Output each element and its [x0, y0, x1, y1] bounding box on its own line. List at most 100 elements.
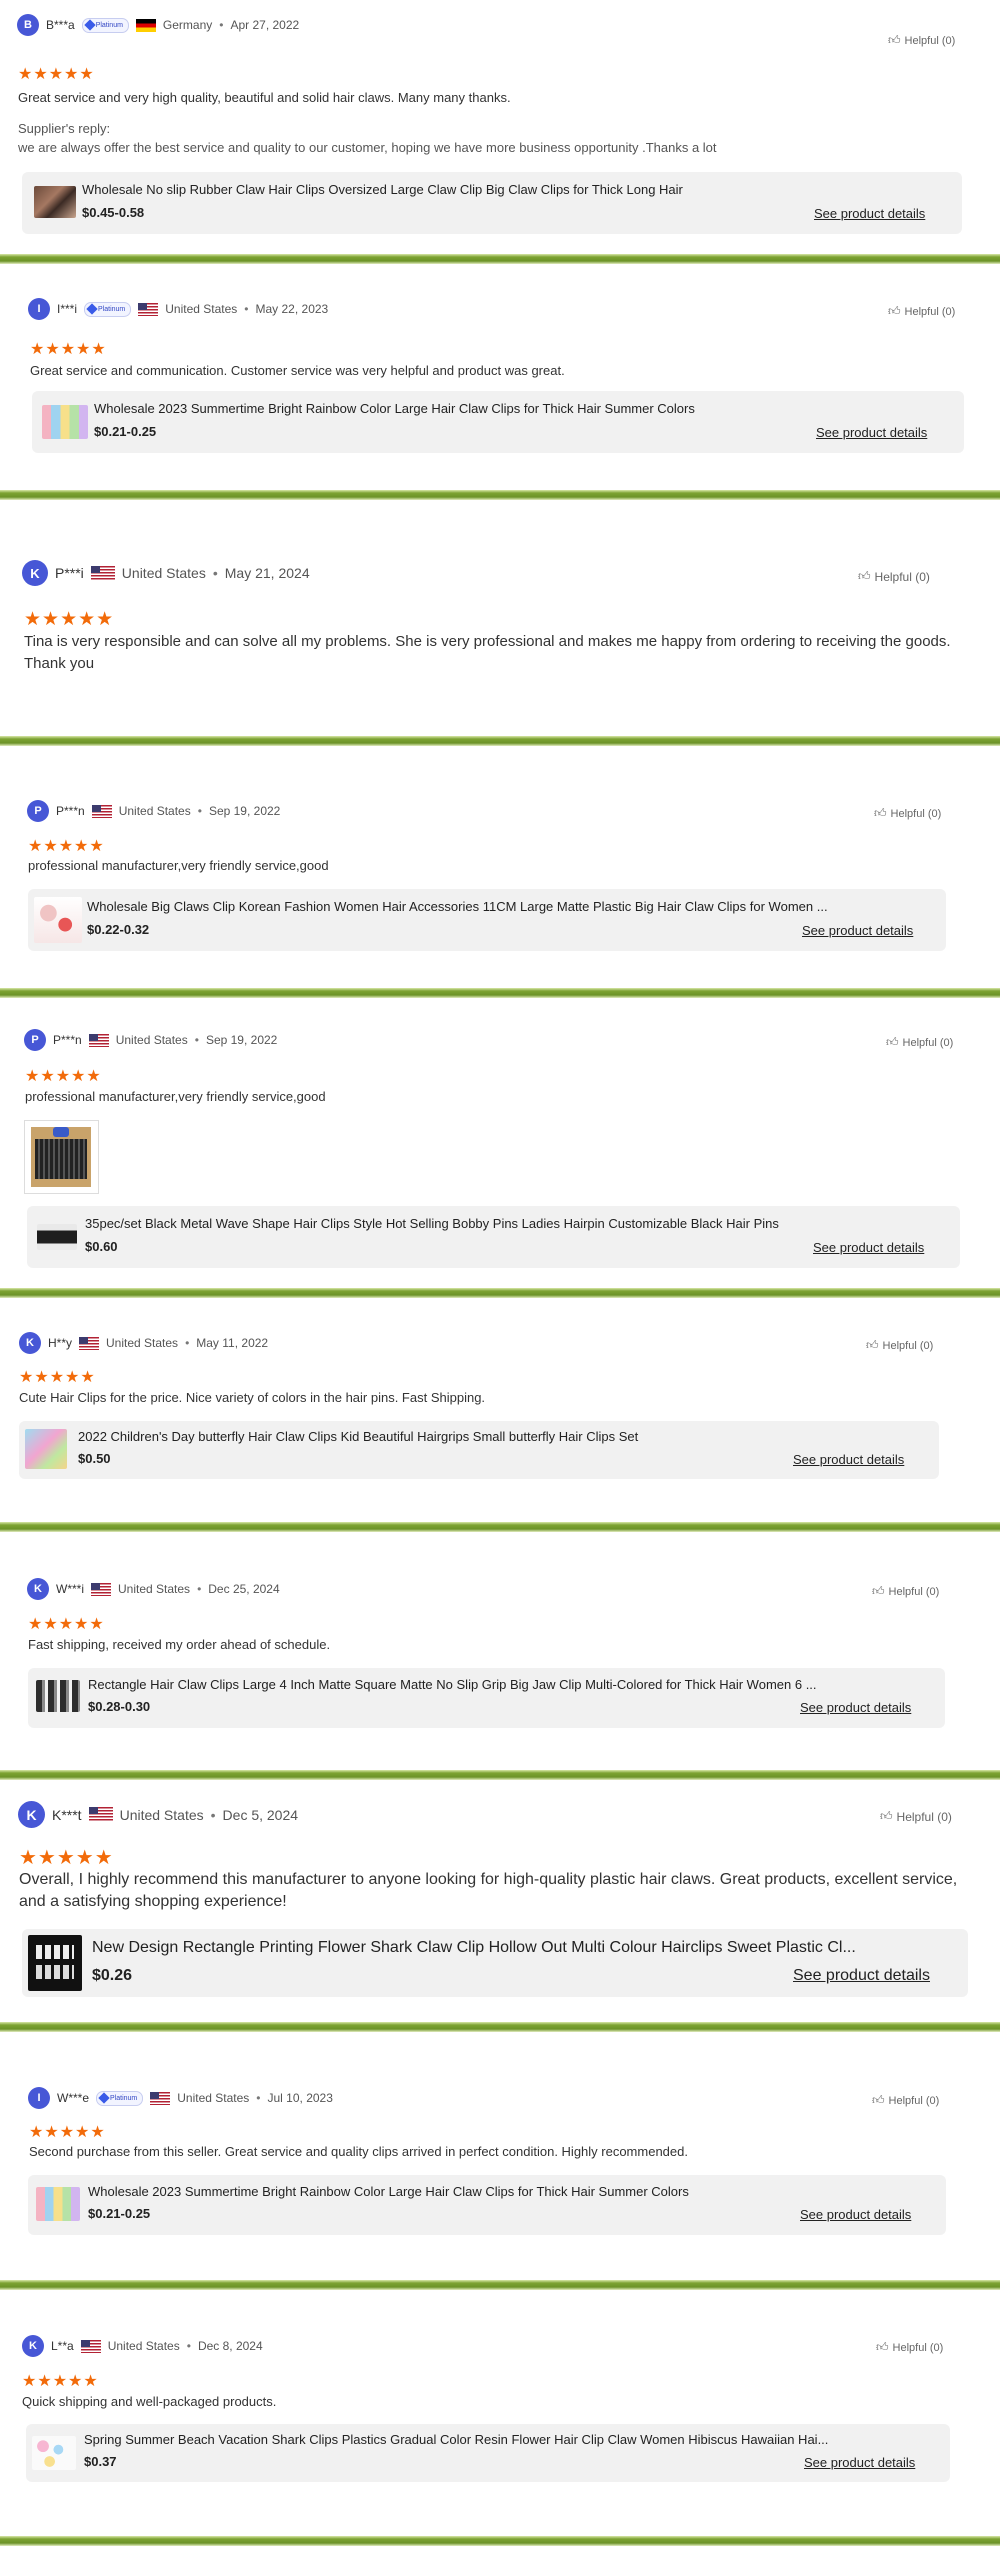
review-text: Overall, I highly recommend this manufac…	[19, 1871, 958, 1910]
review-card: K P***i United States • May 21, 2024 👍︎ H…	[0, 500, 1000, 736]
helpful-button[interactable]: 👍︎ Helpful (0)	[880, 1809, 952, 1824]
us-flag-icon	[88, 1033, 109, 1047]
see-product-details-link[interactable]: See product details	[804, 2455, 915, 2470]
product-title[interactable]: 2022 Children's Day butterfly Hair Claw …	[78, 1429, 838, 1444]
product-card[interactable]: Spring Summer Beach Vacation Shark Clips…	[26, 2424, 950, 2482]
review-text: Cute Hair Clips for the price. Nice vari…	[19, 1390, 486, 1405]
review-separator	[0, 254, 1000, 264]
review-date: Sep 19, 2022	[205, 1033, 278, 1047]
see-product-details-link[interactable]: See product details	[816, 425, 927, 440]
product-thumbnail	[25, 1429, 67, 1469]
product-price: $0.21-0.25	[94, 424, 157, 439]
product-title[interactable]: Wholesale 2023 Summertime Bright Rainbow…	[88, 2184, 848, 2199]
helpful-button[interactable]: 👍︎ Helpful (0)	[888, 33, 955, 48]
reviewer-name: B***a	[46, 18, 75, 32]
avatar: B	[17, 14, 39, 36]
review-separator	[0, 988, 1000, 998]
product-card[interactable]: Wholesale 2023 Summertime Bright Rainbow…	[32, 391, 964, 453]
thumbnail-pattern	[36, 1945, 74, 1959]
product-price: $0.37	[84, 2454, 117, 2469]
meta-separator: •	[194, 1033, 199, 1047]
review-date: Apr 27, 2022	[230, 18, 300, 32]
review-text: professional manufacturer,very friendly …	[28, 858, 329, 873]
thumbs-up-icon: 👍︎	[874, 806, 887, 820]
product-price: $0.50	[78, 1451, 111, 1466]
product-card[interactable]: Wholesale Big Claws Clip Korean Fashion …	[28, 889, 946, 951]
thumbs-up-icon: 👍︎	[872, 2093, 885, 2107]
platinum-badge: Platinum	[81, 17, 129, 33]
product-card[interactable]: 2022 Children's Day butterfly Hair Claw …	[19, 1421, 939, 1479]
product-price: $0.21-0.25	[88, 2206, 151, 2221]
product-price: $0.28-0.30	[88, 1699, 151, 1714]
meta-separator: •	[197, 1582, 202, 1596]
review-meta: P P***n United States • Sep 19, 2022	[24, 1029, 277, 1051]
helpful-button[interactable]: 👍︎ Helpful (0)	[886, 1035, 953, 1050]
platinum-badge: Platinum	[84, 301, 132, 317]
platinum-badge: Platinum	[96, 2090, 144, 2106]
product-price: $0.22-0.32	[87, 922, 150, 937]
meta-separator: •	[256, 2091, 261, 2105]
see-product-details-link[interactable]: See product details	[800, 1700, 911, 1715]
review-date: Dec 8, 2024	[197, 2339, 263, 2353]
see-product-details-link[interactable]: See product details	[802, 923, 913, 938]
helpful-button[interactable]: 👍︎ Helpful (0)	[872, 2093, 939, 2108]
product-title[interactable]: Wholesale 2023 Summertime Bright Rainbow…	[94, 401, 854, 416]
avatar: K	[22, 560, 48, 586]
reviewer-name: P***i	[55, 565, 84, 581]
helpful-button[interactable]: 👍︎ Helpful (0)	[866, 1338, 933, 1353]
avatar: I	[28, 2087, 50, 2109]
us-flag-icon	[79, 1336, 100, 1350]
product-title[interactable]: Wholesale No slip Rubber Claw Hair Clips…	[82, 182, 842, 197]
us-flag-icon	[138, 302, 159, 316]
see-product-details-link[interactable]: See product details	[793, 1967, 930, 1985]
product-title[interactable]: Rectangle Hair Claw Clips Large 4 Inch M…	[88, 1677, 868, 1692]
see-product-details-link[interactable]: See product details	[800, 2207, 911, 2222]
product-thumbnail	[32, 2436, 76, 2470]
rating-stars: ★★★★★	[25, 1068, 102, 1085]
review-text: Fast shipping, received my order ahead o…	[28, 1637, 331, 1652]
review-text: Second purchase from this seller. Great …	[29, 2144, 688, 2159]
review-photo-pins	[35, 1139, 87, 1179]
review-text: professional manufacturer,very friendly …	[25, 1089, 326, 1104]
reviewer-name: K***t	[52, 1806, 82, 1823]
product-title[interactable]: Wholesale Big Claws Clip Korean Fashion …	[87, 899, 862, 914]
review-date: May 22, 2023	[255, 302, 329, 316]
review-date: Dec 5, 2024	[222, 1806, 299, 1823]
product-title[interactable]: 35pec/set Black Metal Wave Shape Hair Cl…	[85, 1216, 885, 1231]
product-title[interactable]: Spring Summer Beach Vacation Shark Clips…	[84, 2432, 854, 2447]
helpful-button[interactable]: 👍︎ Helpful (0)	[872, 1584, 939, 1599]
supplier-reply-label: Supplier's reply:	[18, 121, 111, 136]
see-product-details-link[interactable]: See product details	[813, 1240, 924, 1255]
review-meta: I W***e Platinum United States • Jul 10,…	[28, 2087, 333, 2109]
helpful-button[interactable]: 👍︎ Helpful (0)	[888, 304, 955, 319]
reviewer-country: United States	[121, 565, 206, 581]
product-thumbnail	[34, 186, 76, 218]
helpful-button[interactable]: 👍︎ Helpful (0)	[876, 2340, 943, 2355]
see-product-details-link[interactable]: See product details	[814, 206, 925, 221]
review-card: P P***n United States • Sep 19, 2022 👍︎ H…	[0, 998, 1000, 1288]
avatar: K	[22, 2335, 44, 2357]
product-card[interactable]: Wholesale No slip Rubber Claw Hair Clips…	[22, 172, 962, 234]
review-photo[interactable]	[24, 1120, 99, 1194]
review-card: K H**y United States • May 11, 2022 👍︎ He…	[0, 1298, 1000, 1526]
product-card[interactable]: Wholesale 2023 Summertime Bright Rainbow…	[28, 2175, 946, 2235]
product-title[interactable]: New Design Rectangle Printing Flower Sha…	[92, 1939, 862, 1957]
reviewer-name: P***n	[56, 804, 85, 818]
meta-separator: •	[197, 804, 202, 818]
platinum-diamond-icon	[98, 2092, 110, 2104]
review-separator	[0, 1522, 1000, 1532]
reviewer-name: L**a	[51, 2339, 74, 2353]
meta-separator: •	[244, 302, 249, 316]
product-card[interactable]: 35pec/set Black Metal Wave Shape Hair Cl…	[27, 1206, 960, 1268]
avatar: K	[19, 1332, 41, 1354]
product-card[interactable]: Rectangle Hair Claw Clips Large 4 Inch M…	[28, 1668, 945, 1728]
rating-stars: ★★★★★	[22, 2373, 99, 2390]
helpful-button[interactable]: 👍︎ Helpful (0)	[874, 806, 941, 821]
product-card[interactable]: New Design Rectangle Printing Flower Sha…	[22, 1929, 968, 1997]
review-card: B B***a Platinum Germany • Apr 27, 2022 …	[0, 0, 1000, 255]
thumbs-up-icon: 👍︎	[880, 1809, 893, 1823]
helpful-button[interactable]: 👍︎ Helpful (0)	[858, 569, 930, 584]
reviewer-name: P***n	[53, 1033, 82, 1047]
see-product-details-link[interactable]: See product details	[793, 1452, 904, 1467]
reviewer-country: United States	[118, 804, 191, 818]
